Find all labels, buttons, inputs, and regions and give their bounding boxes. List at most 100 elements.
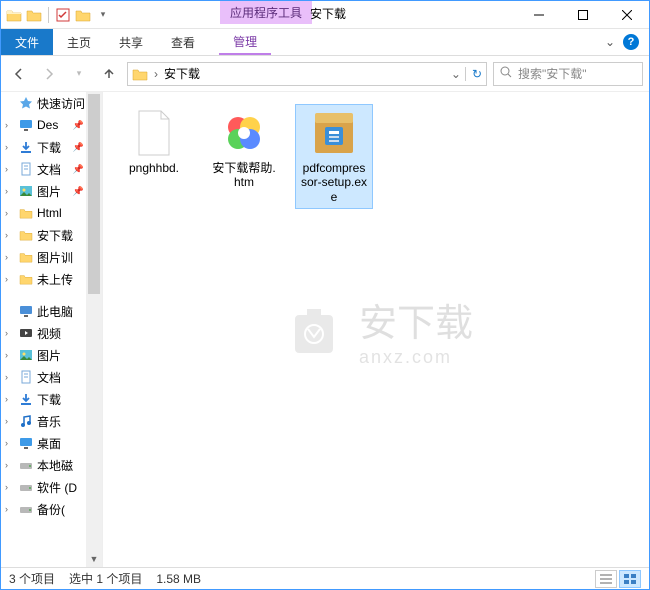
forward-button[interactable] bbox=[37, 62, 61, 86]
folder-icon bbox=[18, 227, 34, 243]
sidebar-item[interactable]: › 图片 bbox=[1, 344, 87, 366]
navigation-pane: 快速访问 ›Des📌›下载📌›文档📌›图片📌›Html›安下载›图片训›未上传 … bbox=[1, 92, 103, 567]
refresh-button[interactable]: ↻ bbox=[465, 67, 482, 81]
expand-icon[interactable]: › bbox=[5, 186, 15, 196]
watermark: 安下载 anxz.com bbox=[279, 292, 473, 368]
sidebar-item[interactable]: ›文档📌 bbox=[1, 158, 87, 180]
qat-dropdown-icon[interactable]: ▾ bbox=[94, 6, 112, 24]
expand-icon[interactable]: › bbox=[5, 372, 15, 382]
sidebar-item[interactable]: ›视频 bbox=[1, 322, 87, 344]
sidebar-item[interactable]: ›下载 bbox=[1, 388, 87, 410]
music-icon bbox=[18, 413, 34, 429]
sidebar-item[interactable]: › 桌面 bbox=[1, 432, 87, 454]
folder-icon bbox=[5, 6, 23, 24]
minimize-button[interactable] bbox=[517, 1, 561, 28]
sidebar-item[interactable]: › 未上传 bbox=[1, 268, 87, 290]
sidebar-item[interactable]: › 图片训 bbox=[1, 246, 87, 268]
sidebar-item[interactable]: › 文档 bbox=[1, 366, 87, 388]
help-icon[interactable]: ? bbox=[623, 34, 639, 50]
expand-icon[interactable]: › bbox=[5, 142, 15, 152]
icons-view-button[interactable] bbox=[619, 570, 641, 588]
sidebar-item[interactable]: ›软件 (D bbox=[1, 476, 87, 498]
status-item-count: 3 个项目 bbox=[9, 570, 55, 587]
scrollbar[interactable]: ▲ ▼ bbox=[86, 92, 102, 567]
expand-icon[interactable]: › bbox=[5, 482, 15, 492]
sidebar-item[interactable]: ›Des📌 bbox=[1, 114, 87, 136]
sidebar-quick-access[interactable]: 快速访问 bbox=[1, 92, 87, 114]
expand-icon[interactable]: › bbox=[5, 230, 15, 240]
ribbon-expand-icon[interactable]: ⌄ bbox=[605, 35, 615, 49]
search-placeholder: 搜索"安下载" bbox=[518, 65, 587, 82]
tab-home[interactable]: 主页 bbox=[53, 29, 105, 55]
expand-icon[interactable]: › bbox=[5, 350, 15, 360]
drive-icon bbox=[18, 457, 34, 473]
file-item[interactable]: pnghhbd. bbox=[115, 104, 193, 209]
sidebar-item-label: 本地磁 bbox=[37, 457, 73, 474]
maximize-button[interactable] bbox=[561, 1, 605, 28]
address-bar[interactable]: › 安下载 ⌄ ↻ bbox=[127, 62, 487, 86]
search-input[interactable]: 搜索"安下载" bbox=[493, 62, 643, 86]
explorer-window: ▾ 应用程序工具 安下载 文件 主页 共享 查看 管理 ⌄ ? ▾ › 安下载 bbox=[0, 0, 650, 590]
sidebar-item-label: 未上传 bbox=[37, 271, 73, 288]
expand-icon[interactable]: › bbox=[5, 120, 15, 130]
sidebar-item[interactable]: › 备份( bbox=[1, 498, 87, 520]
tab-manage[interactable]: 管理 bbox=[219, 29, 271, 55]
file-item[interactable]: 安下载帮助.htm bbox=[205, 104, 283, 209]
desktop-icon bbox=[18, 435, 34, 451]
expand-icon[interactable]: › bbox=[5, 164, 15, 174]
file-label: pdfcompressor-setup.exe bbox=[300, 161, 368, 204]
sidebar-item-label: 图片训 bbox=[37, 249, 73, 266]
chevron-right-icon[interactable]: › bbox=[154, 67, 158, 81]
back-button[interactable] bbox=[7, 62, 31, 86]
file-item[interactable]: pdfcompressor-setup.exe bbox=[295, 104, 373, 209]
sidebar-item-label: 下载 bbox=[37, 139, 61, 156]
up-button[interactable] bbox=[97, 62, 121, 86]
breadcrumb-segment[interactable]: 安下载 bbox=[164, 65, 200, 82]
sidebar-this-pc[interactable]: 此电脑 bbox=[1, 300, 87, 322]
sidebar-item-label: 快速访问 bbox=[37, 95, 85, 112]
ribbon: 文件 主页 共享 查看 管理 ⌄ ? bbox=[1, 29, 649, 56]
sidebar-item[interactable]: ›图片📌 bbox=[1, 180, 87, 202]
sidebar-item[interactable]: › 音乐 bbox=[1, 410, 87, 432]
sidebar-item-label: 备份( bbox=[37, 501, 65, 518]
properties-icon[interactable] bbox=[54, 6, 72, 24]
sidebar-item-label: 音乐 bbox=[37, 413, 61, 430]
file-list[interactable]: pnghhbd.安下载帮助.htm pdfcompressor-setup.exe… bbox=[103, 92, 649, 567]
expand-icon[interactable]: › bbox=[5, 394, 15, 404]
video-icon bbox=[18, 325, 34, 341]
folder-icon bbox=[25, 6, 43, 24]
recent-dropdown-icon[interactable]: ▾ bbox=[67, 62, 91, 86]
sidebar-item[interactable]: ›下载📌 bbox=[1, 136, 87, 158]
tab-view[interactable]: 查看 bbox=[157, 29, 209, 55]
sidebar-item[interactable]: › 本地磁 bbox=[1, 454, 87, 476]
contextual-tab-header: 应用程序工具 bbox=[220, 1, 312, 24]
address-dropdown-icon[interactable]: ⌄ bbox=[451, 67, 461, 81]
separator bbox=[48, 7, 49, 23]
expand-icon[interactable]: › bbox=[5, 328, 15, 338]
scrollbar-thumb[interactable] bbox=[88, 94, 100, 294]
sidebar-item-label: 安下载 bbox=[37, 227, 73, 244]
sidebar-item-label: 文档 bbox=[37, 369, 61, 386]
expand-icon[interactable]: › bbox=[5, 460, 15, 470]
tab-file[interactable]: 文件 bbox=[1, 29, 53, 55]
expand-icon[interactable]: › bbox=[5, 504, 15, 514]
expand-icon[interactable]: › bbox=[5, 274, 15, 284]
expand-icon[interactable]: › bbox=[5, 438, 15, 448]
sidebar-item[interactable]: › 安下载 bbox=[1, 224, 87, 246]
sidebar-item[interactable]: ›Html bbox=[1, 202, 87, 224]
scroll-down-icon[interactable]: ▼ bbox=[86, 551, 102, 567]
desktop-icon bbox=[18, 117, 34, 133]
new-folder-icon[interactable] bbox=[74, 6, 92, 24]
window-controls bbox=[517, 1, 649, 28]
download-icon bbox=[18, 391, 34, 407]
expand-icon[interactable]: › bbox=[5, 416, 15, 426]
tab-share[interactable]: 共享 bbox=[105, 29, 157, 55]
details-view-button[interactable] bbox=[595, 570, 617, 588]
expand-icon[interactable]: › bbox=[5, 252, 15, 262]
folder-icon bbox=[18, 249, 34, 265]
close-button[interactable] bbox=[605, 1, 649, 28]
expand-icon[interactable]: › bbox=[5, 208, 15, 218]
sidebar-item-label: 图片 bbox=[37, 347, 61, 364]
sidebar-item-label: 桌面 bbox=[37, 435, 61, 452]
watermark-text: 安下载 bbox=[359, 292, 473, 347]
